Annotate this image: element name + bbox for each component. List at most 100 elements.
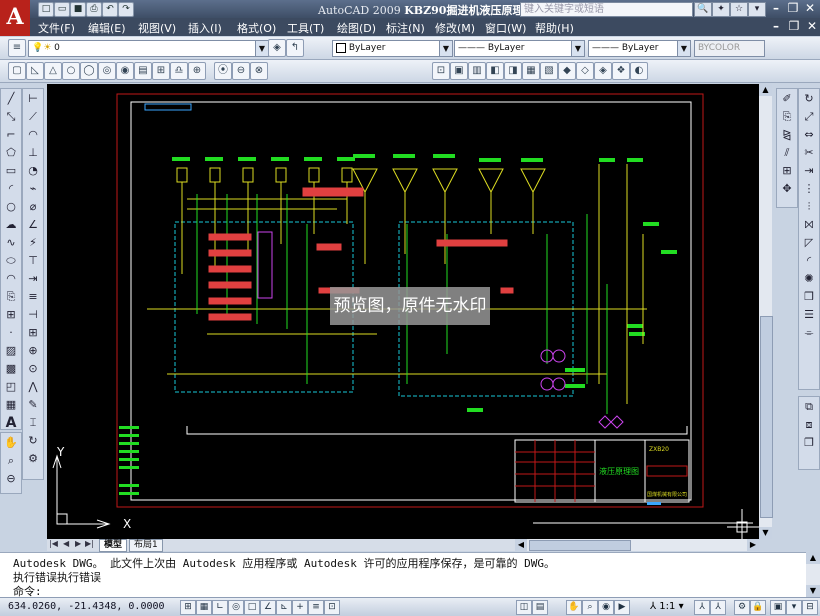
back-view-icon[interactable]: ▧ [540,62,558,80]
menu-help[interactable]: 帮助(H) [535,20,574,36]
steering-wheel-icon[interactable]: ◉ [598,600,614,615]
dim-arc-icon[interactable]: ◠ [25,127,41,143]
minimize-window-icon[interactable]: – [768,1,784,16]
status-tray-icon[interactable]: ▣ [770,600,786,615]
break-point-icon[interactable]: ⋮ [801,181,817,197]
horizontal-scrollbar[interactable]: ◀ ▶ [515,539,759,551]
sweep-icon[interactable]: ♎ [170,62,188,80]
array-icon[interactable]: ⊞ [779,163,795,179]
lineweight-dropdown-icon[interactable]: ▼ [677,41,690,56]
line-icon[interactable]: ╱ [3,91,19,107]
top-view-icon[interactable]: ▣ [450,62,468,80]
dim-aligned-icon[interactable]: ⟋ [25,109,41,125]
insert-block-icon[interactable]: ⎘ [3,289,19,305]
scale-icon[interactable]: ⤢ [801,109,817,125]
inspection-icon[interactable]: ⊙ [25,361,41,377]
scroll-right-icon[interactable]: ▶ [747,539,759,551]
pyramid-icon[interactable]: △ [44,62,62,80]
clean-screen-icon[interactable]: ▾ [786,600,802,615]
auto-scale-icon[interactable]: ⅄ [710,600,726,615]
doc-restore-icon[interactable]: ❐ [786,19,802,34]
lineweight-toggle-icon[interactable]: ≡ [308,600,324,615]
bring-above-icon[interactable]: ❐ [801,435,817,451]
polyline-icon[interactable]: ⌐ [3,127,19,143]
close-window-icon[interactable]: ✕ [802,1,818,16]
pan-icon[interactable]: ✋ [3,435,19,451]
camera-icon[interactable]: ◐ [630,62,648,80]
status-zoom-icon[interactable]: ⌕ [582,600,598,615]
polygon-icon[interactable]: ⬠ [3,145,19,161]
jogged-linear-icon[interactable]: ⋀ [25,379,41,395]
quick-props-icon[interactable]: ⊡ [324,600,340,615]
zoom-previous-icon[interactable]: ⊖ [3,471,19,487]
menu-modify[interactable]: 修改(M) [435,20,475,36]
tab-nav-last-icon[interactable]: ▶| [85,539,94,548]
rectangle-icon[interactable]: ▭ [3,163,19,179]
se-iso-icon[interactable]: ◇ [576,62,594,80]
scroll-down-icon[interactable]: ▼ [759,527,772,539]
linetype-combo[interactable]: ——— ByLayer ▼ [454,40,585,57]
dim-text-edit-icon[interactable]: ⌶ [25,415,41,431]
quick-dim-icon[interactable]: ⚡ [25,235,41,251]
layer-previous-icon[interactable]: ↰ [286,39,304,57]
named-views-icon[interactable]: ⊡ [432,62,450,80]
properties-icon[interactable]: ☰ [801,307,817,323]
dim-edit-icon[interactable]: ✎ [25,397,41,413]
redo-icon[interactable]: ↷ [118,2,134,17]
ellipse-icon[interactable]: ⬭ [3,253,19,269]
revcloud-icon[interactable]: ☁ [3,217,19,233]
tab-layout1[interactable]: 布局1 [129,539,163,552]
vertical-scroll-thumb[interactable] [760,316,773,518]
annotation-visibility-icon[interactable]: ⅄ [694,600,710,615]
nw-iso-icon[interactable]: ❖ [612,62,630,80]
subscription-icon[interactable]: ✦ [712,2,730,17]
scroll-up-icon[interactable]: ▲ [759,84,772,96]
help-dropdown-icon[interactable]: ▾ [748,2,766,17]
status-pan-icon[interactable]: ✋ [566,600,582,615]
showmotion-icon[interactable]: ▶ [614,600,630,615]
press-pull-icon[interactable]: ⊞ [152,62,170,80]
dim-jogged-icon[interactable]: ⌁ [25,181,41,197]
cmd-scroll-up-icon[interactable]: ▲ [806,552,820,564]
center-mark-icon[interactable]: ⊕ [25,343,41,359]
spline-icon[interactable]: ∿ [3,235,19,251]
cone-icon[interactable]: ◯ [80,62,98,80]
print-icon[interactable]: ⎙ [86,2,102,17]
torus-icon[interactable]: ◎ [98,62,116,80]
zoom-realtime-icon[interactable]: ⌕ [3,453,19,469]
hatch-icon[interactable]: ▨ [3,343,19,359]
scroll-left-icon[interactable]: ◀ [515,539,527,551]
search-icon[interactable]: 🔍 [694,2,712,17]
menu-file[interactable]: 文件(F) [38,20,75,36]
save-icon[interactable]: ■ [70,2,86,17]
dim-linear-icon[interactable]: ⊢ [25,91,41,107]
erase-icon[interactable]: ✐ [779,91,795,107]
stretch-icon[interactable]: ⇔ [801,127,817,143]
move-icon[interactable]: ✥ [779,181,795,197]
mirror-icon[interactable]: ⧎ [779,127,795,143]
menu-draw[interactable]: 绘图(D) [337,20,376,36]
dim-space-icon[interactable]: ≡ [25,289,41,305]
tab-model[interactable]: 模型 [99,539,128,552]
draworder-icon[interactable]: ❒ [801,289,817,305]
bring-front-icon[interactable]: ⧉ [801,399,817,415]
cylinder-icon[interactable]: ○ [62,62,80,80]
wedge-icon[interactable]: ◺ [26,62,44,80]
doc-close-icon[interactable]: ✕ [804,19,820,34]
tab-nav-prev-icon[interactable]: ◀ [63,539,69,548]
extrude-icon[interactable]: ▤ [134,62,152,80]
circle-icon[interactable]: ○ [3,199,19,215]
revolve-icon[interactable]: ⊕ [188,62,206,80]
table-icon[interactable]: ▦ [3,397,19,413]
fillet-icon[interactable]: ◜ [801,253,817,269]
favorites-icon[interactable]: ☆ [730,2,748,17]
offset-icon[interactable]: ⫽ [779,145,795,161]
menu-format[interactable]: 格式(O) [237,20,276,36]
subtract-icon[interactable]: ⊖ [232,62,250,80]
lock-ui-icon[interactable]: 🔒 [750,600,766,615]
point-icon[interactable]: · [3,325,19,341]
layer-dropdown-icon[interactable]: ▼ [255,41,268,56]
layout-space-icon[interactable]: ▤ [532,600,548,615]
ortho-mode-icon[interactable]: ∟ [212,600,228,615]
undo-icon[interactable]: ↶ [102,2,118,17]
